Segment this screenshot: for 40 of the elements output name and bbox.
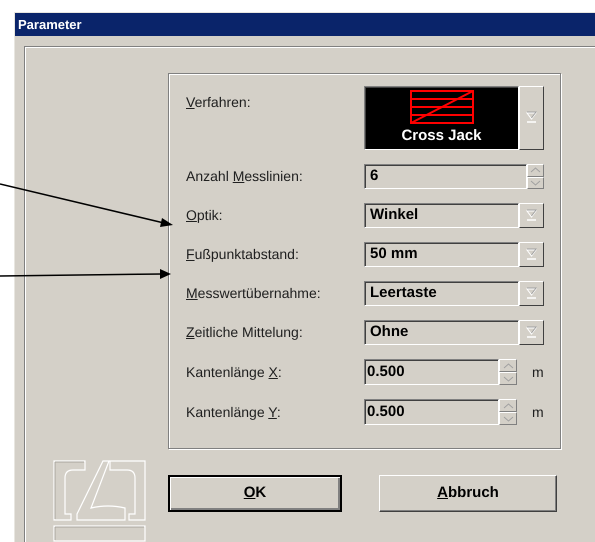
cancel-button[interactable]: Abbruch (379, 475, 557, 512)
spin-down-button[interactable] (527, 176, 544, 189)
spin-up-button[interactable] (499, 359, 517, 372)
dropdown-button[interactable] (519, 281, 544, 306)
method-name: Cross Jack (401, 126, 482, 146)
field-label: Kantenlänge X: (186, 362, 283, 382)
field-label: Messwertübernahme: (186, 284, 322, 303)
dropdown-arrow-icon (526, 208, 537, 222)
field-label: Anzahl Messlinien: (186, 167, 304, 186)
select-field[interactable]: 50 mm (364, 242, 519, 267)
field-label: Fußpunktabstand: (186, 245, 300, 264)
unit-label: m (532, 362, 544, 382)
dropdown-button[interactable] (519, 242, 544, 267)
ok-button[interactable]: OK (168, 475, 342, 512)
field-label: Zeitliche Mittelung: (186, 323, 304, 342)
dropdown-arrow-icon (526, 248, 537, 262)
field-label: Verfahren: (186, 93, 252, 112)
window-title: Parameter (18, 16, 82, 34)
dropdown-arrow-icon (526, 286, 537, 300)
select-field[interactable]: Winkel (364, 203, 519, 228)
spin-down-button[interactable] (499, 412, 517, 425)
spin-down-button[interactable] (499, 372, 517, 385)
dropdown-button[interactable] (519, 86, 544, 150)
unit-label: m (532, 402, 544, 422)
dropdown-arrow-icon (526, 326, 537, 340)
number-field[interactable]: 0.500 (364, 399, 499, 425)
bracket-logo-icon (53, 460, 147, 542)
select-field[interactable]: Leertaste (364, 281, 519, 306)
select-field[interactable]: Ohne (364, 320, 519, 345)
field-label: Kantenlänge Y: (186, 402, 282, 422)
dropdown-arrow-icon (526, 111, 537, 125)
cross-jack-icon (410, 90, 474, 124)
spin-up-button[interactable] (499, 399, 517, 412)
spin-up-button[interactable] (527, 164, 544, 176)
number-field[interactable]: 0.500 (364, 359, 499, 385)
method-select[interactable]: Cross Jack (364, 86, 519, 150)
dropdown-button[interactable] (519, 320, 544, 345)
number-field[interactable]: 6 (364, 164, 527, 189)
field-label: Optik: (186, 206, 224, 225)
dropdown-button[interactable] (519, 203, 544, 228)
